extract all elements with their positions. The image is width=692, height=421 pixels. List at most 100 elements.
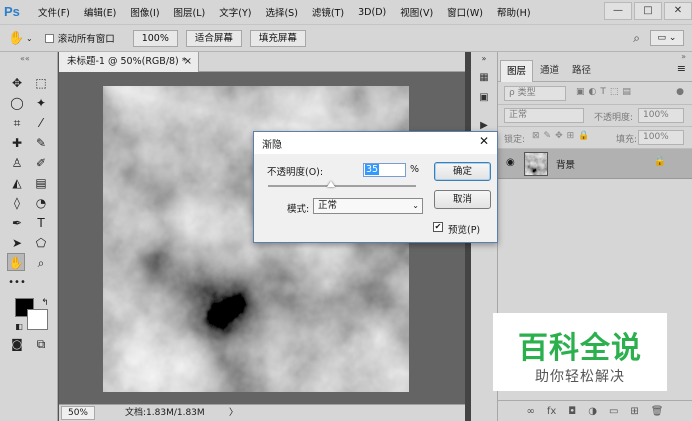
trash-icon[interactable]: 🗑 [651,406,664,417]
menu-window[interactable]: 窗口(W) [447,5,483,19]
tools-panel: «« ✥ ⬚ ◯ ✦ ⌗ ⁄ ✚ ✎ ♙ ✐ ◭ ▤ ◊ ◔ ✒ T ➤ ⬠ ✋… [0,52,58,421]
swap-colors-icon[interactable]: ↰ [36,294,54,312]
shape-tool-icon[interactable]: ⬠ [32,234,50,252]
fx-icon[interactable]: fx [547,406,556,417]
fade-mode-select[interactable]: 正常 ⌄ [313,198,423,214]
menu-layer[interactable]: 图层(L) [174,5,206,19]
layer-row-background[interactable]: ◉ 背景 🔒 [498,149,692,179]
menu-type[interactable]: 文字(Y) [219,5,251,19]
document-tab-bar: 未标题-1 @ 50%(RGB/8) * × [59,52,465,72]
eraser-tool-icon[interactable]: ◭ [8,174,26,192]
menu-filter[interactable]: 滤镜(T) [312,5,344,19]
screen-mode-icon[interactable]: ⧉ [32,335,50,353]
preview-label[interactable]: 预览(P) [448,222,480,236]
preview-checkbox[interactable]: ✔ [433,222,443,232]
layer-opacity-field[interactable]: 100% [638,108,684,123]
group-icon[interactable]: ▭ [609,406,618,417]
layer-fill-field[interactable]: 100% [638,130,684,145]
fade-opacity-slider[interactable] [268,181,416,187]
magic-wand-tool-icon[interactable]: ✦ [32,94,50,112]
more-tools-icon[interactable]: ••• [8,274,26,292]
menu-3d[interactable]: 3D(D) [358,7,386,18]
properties-panel-icon[interactable]: ▣ [475,92,493,108]
type-tool-icon[interactable]: T [32,214,50,232]
path-selection-tool-icon[interactable]: ➤ [8,234,26,252]
crop-tool-icon[interactable]: ⌗ [8,114,26,132]
collapse-icon[interactable]: «« [20,54,30,63]
collapse-icon[interactable]: » [475,54,493,70]
lock-icon: 🔒 [653,156,666,167]
zoom-tool-icon[interactable]: ⌕ [32,254,50,272]
watermark-subtitle: 助你轻松解决 [535,369,625,385]
fill-label: 填充: [616,135,638,145]
search-icon[interactable]: ⌕ [633,31,640,46]
blend-mode-select[interactable]: 正常 [504,108,584,123]
tab-paths[interactable]: 路径 [566,60,597,82]
lock-icons[interactable]: ⊠✎✥⊞🔒 [532,131,593,141]
fill-screen-button[interactable]: 填充屏幕 [249,29,306,47]
eyedropper-tool-icon[interactable]: ⁄ [32,114,50,132]
menu-select[interactable]: 选择(S) [265,5,297,19]
move-tool-icon[interactable]: ✥ [8,74,26,92]
layer-filter-row: ρ 类型 ▣◐T⬚▤ ● [498,83,692,105]
layer-filter-select[interactable]: ρ 类型 [504,86,566,101]
filter-icons[interactable]: ▣◐T⬚▤ [576,87,635,97]
fade-opacity-input[interactable]: 35 [363,163,406,177]
history-panel-icon[interactable]: ▦ [475,72,493,88]
background-color-swatch[interactable] [27,309,48,330]
document-tab[interactable]: 未标题-1 @ 50%(RGB/8) * × [59,52,199,72]
close-window-button[interactable]: ✕ [664,2,692,20]
blur-tool-icon[interactable]: ◊ [8,194,26,212]
gradient-tool-icon[interactable]: ▤ [32,174,50,192]
history-brush-tool-icon[interactable]: ✐ [32,154,50,172]
maximize-button[interactable]: □ [634,2,662,20]
percent-unit: % [410,164,420,175]
tab-channels[interactable]: 通道 [534,60,565,82]
layer-name[interactable]: 背景 [556,157,575,171]
menu-file[interactable]: 文件(F) [38,5,70,19]
workspace-switcher[interactable]: ▭ ⌄ [650,30,684,46]
menu-image[interactable]: 图像(I) [130,5,159,19]
dodge-tool-icon[interactable]: ◔ [32,194,50,212]
cancel-button[interactable]: 取消 [434,190,491,209]
default-colors-icon[interactable]: ◧ [10,318,28,336]
brush-tool-icon[interactable]: ✎ [32,134,50,152]
marquee-tool-icon[interactable]: ⬚ [32,74,50,92]
close-icon[interactable]: ✕ [479,134,489,148]
scroll-all-checkbox[interactable] [44,33,54,43]
fade-dialog: 渐隐 ✕ 不透明度(O): 35 % 模式: 正常 ⌄ 确定 取消 ✔ 预览(P… [253,131,498,243]
close-icon[interactable]: × [184,52,192,72]
panel-menu-icon[interactable]: ≡ [677,62,686,75]
hand-tool-icon[interactable]: ✋ [7,253,25,271]
fade-opacity-value: 35 [365,164,380,175]
lasso-tool-icon[interactable]: ◯ [8,94,26,112]
fit-screen-button[interactable]: 适合屏幕 [185,29,242,47]
stamp-tool-icon[interactable]: ♙ [8,154,26,172]
photoshop-logo: Ps [4,4,20,19]
new-layer-icon[interactable]: ⊞ [630,406,638,417]
status-menu-arrow[interactable]: 〉 [229,405,238,421]
eye-icon[interactable]: ◉ [506,157,515,168]
fade-mode-value: 正常 [318,200,338,211]
menu-help[interactable]: 帮助(H) [497,5,531,19]
adjustment-icon[interactable]: ◑ [588,406,597,417]
tab-layers[interactable]: 图层 [500,60,534,82]
layer-thumbnail [524,152,548,176]
menu-edit[interactable]: 编辑(E) [84,5,116,19]
slider-thumb[interactable] [326,181,335,187]
minimize-button[interactable]: — [604,2,632,20]
healing-brush-tool-icon[interactable]: ✚ [8,134,26,152]
chevron-down-icon[interactable]: ⌄ [26,34,33,43]
link-icon[interactable]: ∞ [527,406,535,417]
dialog-title: 渐隐 [262,140,282,151]
window-controls: — □ ✕ [602,0,692,20]
ok-button[interactable]: 确定 [434,162,491,181]
menu-view[interactable]: 视图(V) [400,5,433,19]
zoom-level-field[interactable]: 50% [61,406,95,420]
filter-toggle-icon[interactable]: ● [676,87,684,97]
mask-icon[interactable]: ◘ [568,406,576,417]
pen-tool-icon[interactable]: ✒ [8,214,26,232]
watermark-title: 百科全说 [518,331,642,366]
zoom-100-button[interactable]: 100% [132,29,178,47]
quick-mask-icon[interactable]: ◙ [8,335,26,353]
